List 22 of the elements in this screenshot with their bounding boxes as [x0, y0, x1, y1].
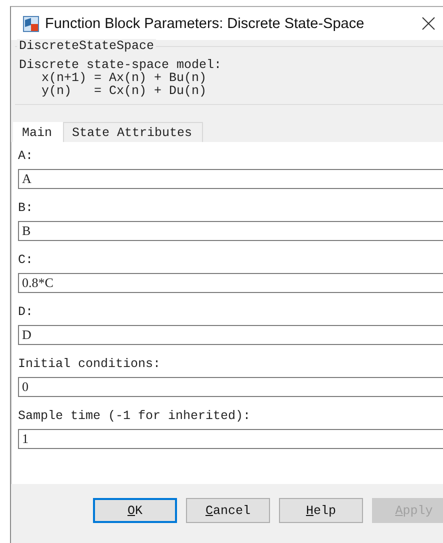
field-label: Initial conditions:	[18, 356, 162, 373]
input-field[interactable]: D	[18, 325, 443, 345]
field-label: B:	[18, 200, 34, 217]
tab[interactable]: Main	[13, 122, 64, 142]
dialog-button[interactable]: Cancel	[186, 498, 270, 523]
field-label: C:	[18, 252, 34, 269]
dialog-button[interactable]: Help	[279, 498, 363, 523]
input-field[interactable]: A	[18, 169, 443, 189]
block-description: Discrete state-space model: x(n+1) = Ax(n) + Bu(n) y(n) = Cx(n) + Du(n)	[19, 59, 223, 98]
field-label: A:	[18, 148, 34, 165]
window-title: Function Block Parameters: Discrete State-Space	[45, 16, 366, 32]
field-label: Sample time (-1 for inherited):	[18, 408, 252, 425]
close-icon[interactable]	[422, 17, 435, 30]
input-field[interactable]: B	[18, 221, 443, 241]
input-field[interactable]: 1	[18, 429, 443, 449]
tab[interactable]: State Attributes	[63, 122, 204, 142]
app-icon	[23, 16, 39, 32]
group-title: DiscreteStateSpace	[17, 39, 156, 53]
input-field[interactable]: 0.8*C	[18, 273, 443, 293]
field-label: D:	[18, 304, 34, 321]
dialog-button[interactable]: OK	[93, 498, 177, 523]
input-field[interactable]: 0	[18, 377, 443, 397]
